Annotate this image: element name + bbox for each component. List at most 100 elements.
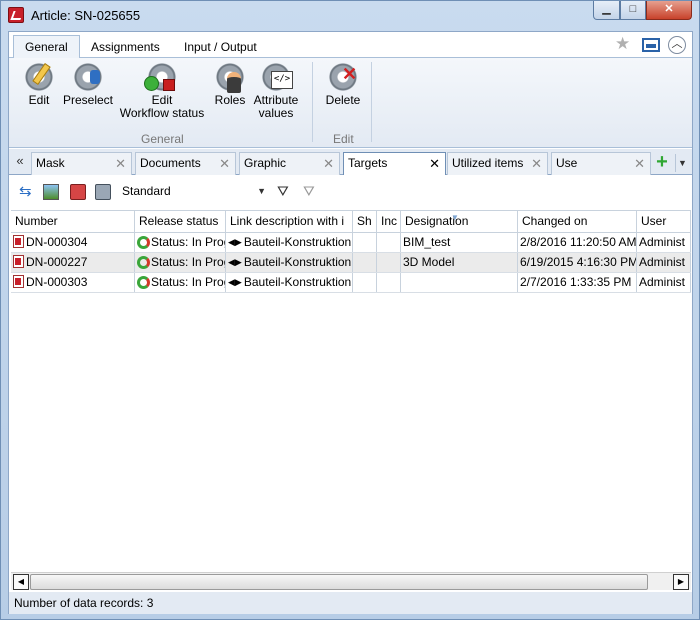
link-arrows-icon: ◀▶	[228, 277, 242, 287]
cell-designation: 3D Model	[401, 253, 518, 272]
cell-changed-on: 2/7/2016 1:33:35 PM	[518, 273, 637, 292]
cell-number: DN-000304	[11, 233, 135, 252]
attribute-gear-icon	[261, 62, 293, 92]
print-icon[interactable]	[95, 184, 111, 200]
scroll-right-button[interactable]: ▶	[673, 574, 689, 590]
workflow-gear-icon	[144, 62, 177, 92]
table-row[interactable]: DN-000304 Status: In Prog ◀▶ Bauteil-Kons…	[11, 233, 691, 253]
edit-workflow-status-button[interactable]: Edit Workflow status	[116, 62, 208, 120]
close-tab-icon[interactable]: ✕	[219, 153, 230, 174]
window-panel-icon[interactable]	[642, 38, 660, 52]
cell-changed-on: 2/8/2016 11:20:50 AM	[518, 233, 637, 252]
attribute-label-1: Attribute	[253, 93, 299, 107]
ribbon-panel: Edit Preselect Edit Workflow status Role…	[9, 58, 692, 148]
tab-label: Use	[556, 156, 578, 170]
delete-button[interactable]: Delete	[322, 62, 364, 107]
cell-link: ◀▶ Bauteil-Konstruktion	[226, 233, 353, 252]
tab-label: Targets	[348, 156, 388, 170]
tabs-scroll-left-icon[interactable]: «	[12, 154, 28, 170]
column-header-changed-on[interactable]: Changed on	[518, 211, 637, 232]
refresh-icon[interactable]: ⇆	[19, 184, 35, 200]
close-button[interactable]: ✕	[646, 1, 692, 20]
scrollbar-thumb[interactable]	[30, 574, 648, 590]
cell-status-text: Status: In Prog	[151, 235, 226, 249]
clear-filter-icon[interactable]: ⛛	[303, 183, 319, 199]
column-header-release-status[interactable]: Release status	[135, 211, 226, 232]
record-count: Number of data records: 3	[14, 596, 154, 610]
title-bar[interactable]: Article: SN-025655 ▁ □ ✕	[1, 1, 699, 31]
maximize-button[interactable]: □	[620, 1, 646, 20]
cell-link-text: Bauteil-Konstruktion	[243, 235, 352, 249]
cell-changed-on: 6/19/2015 4:16:30 PM	[518, 253, 637, 272]
close-tab-icon[interactable]: ✕	[531, 153, 542, 174]
close-tab-icon[interactable]: ✕	[115, 153, 126, 174]
cell-user: Administ	[637, 273, 691, 292]
column-header-designation[interactable]: Designation ▼	[401, 211, 518, 232]
status-cycle-icon	[137, 276, 150, 289]
minimize-button[interactable]: ▁	[593, 1, 620, 20]
favorite-star-icon[interactable]: ★	[615, 35, 633, 54]
image-view-icon[interactable]	[43, 184, 59, 200]
tab-mask[interactable]: Mask ✕	[31, 152, 132, 175]
table-row[interactable]: DN-000227 Status: In Prog ◀▶ Bauteil-Kons…	[11, 253, 691, 273]
app-logo-icon	[8, 7, 24, 23]
preselect-button[interactable]: Preselect	[61, 62, 115, 107]
view-select[interactable]: Standard ▼	[119, 180, 269, 202]
tab-label: Mask	[36, 156, 65, 170]
column-header-inc[interactable]: Inc	[377, 211, 401, 232]
group-label-edit: Edit	[333, 132, 354, 146]
close-tab-icon[interactable]: ✕	[323, 153, 334, 174]
attribute-label-2: values	[258, 106, 294, 120]
attribute-values-button[interactable]: Attribute values	[251, 62, 301, 120]
add-tab-icon[interactable]: +	[653, 152, 671, 172]
client-area: General Assignments Input / Output ★ ︿ E…	[8, 31, 693, 614]
column-header-sh[interactable]: Sh	[353, 211, 377, 232]
tab-documents[interactable]: Documents ✕	[135, 152, 236, 175]
tab-assignments[interactable]: Assignments	[80, 39, 171, 58]
collapse-ribbon-icon[interactable]: ︿	[668, 36, 686, 54]
table-row[interactable]: DN-000303 Status: In Prog ◀▶ Bauteil-Kons…	[11, 273, 691, 293]
preselect-label: Preselect	[62, 93, 114, 107]
roles-button[interactable]: Roles	[211, 62, 249, 107]
cell-number-text: DN-000304	[26, 235, 88, 249]
cell-sh	[353, 253, 377, 272]
tab-list-dropdown-icon[interactable]: ▼	[675, 154, 689, 172]
horizontal-scrollbar[interactable]: ◀ ▶	[11, 572, 691, 590]
tab-input-output[interactable]: Input / Output	[173, 39, 268, 58]
cell-link: ◀▶ Bauteil-Konstruktion	[226, 253, 353, 272]
filter-icon[interactable]: ⛛	[277, 183, 293, 199]
edit-button[interactable]: Edit	[21, 62, 57, 107]
cell-inc	[377, 273, 401, 292]
table-header: Number Release status Link description w…	[11, 211, 691, 233]
list-toolbar: ⇆ Standard ▼ ⛛ ⛛	[9, 175, 692, 209]
cell-link-text: Bauteil-Konstruktion	[243, 255, 352, 269]
close-tab-icon[interactable]: ✕	[429, 153, 440, 174]
tab-utilized-items[interactable]: Utilized items ✕	[447, 152, 548, 175]
cell-number: DN-000303	[11, 273, 135, 292]
scroll-left-button[interactable]: ◀	[13, 574, 29, 590]
tab-label: Documents	[140, 156, 201, 170]
column-header-number[interactable]: Number	[11, 211, 135, 232]
ribbon-tab-bar: General Assignments Input / Output ★ ︿	[9, 32, 692, 59]
cell-link-text: Bauteil-Konstruktion	[243, 275, 352, 289]
tab-graphic[interactable]: Graphic ✕	[239, 152, 340, 175]
status-cycle-icon	[137, 256, 150, 269]
column-header-link-description[interactable]: Link description with i	[226, 211, 353, 232]
cell-number-text: DN-000227	[26, 255, 88, 269]
link-arrows-icon: ◀▶	[228, 237, 242, 247]
tab-general[interactable]: General	[13, 35, 80, 59]
tab-targets[interactable]: Targets ✕	[343, 152, 446, 176]
tab-use[interactable]: Use ✕	[551, 152, 651, 175]
column-header-user[interactable]: User	[637, 211, 691, 232]
close-tab-icon[interactable]: ✕	[634, 153, 645, 174]
export-icon[interactable]	[70, 184, 86, 200]
view-select-value: Standard	[122, 184, 171, 198]
preselect-gear-icon	[73, 62, 103, 92]
group-label-general: General	[141, 132, 184, 146]
cell-inc	[377, 233, 401, 252]
roles-gear-icon	[215, 62, 245, 93]
cell-link: ◀▶ Bauteil-Konstruktion	[226, 273, 353, 292]
cell-number-text: DN-000303	[26, 275, 88, 289]
tab-label: Graphic	[244, 156, 287, 170]
cell-number: DN-000227	[11, 253, 135, 272]
